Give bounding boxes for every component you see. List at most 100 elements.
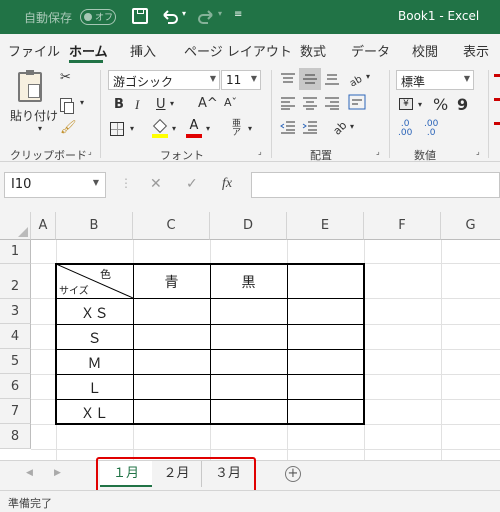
font-name-select[interactable]: 游ゴシック ▼ — [108, 70, 220, 90]
number-group-label: 数値 — [414, 149, 436, 162]
paste-button[interactable]: 貼り付け — [10, 107, 58, 124]
column-header[interactable]: C — [133, 212, 210, 240]
customize-toolbar-icon[interactable]: ≡ — [234, 9, 242, 20]
undo-icon[interactable] — [160, 7, 180, 27]
chevron-down-icon: ▼ — [250, 74, 257, 83]
tab-insert[interactable]: 挿入 — [130, 41, 156, 60]
row-header[interactable]: 4 — [0, 324, 31, 349]
shrink-font-button[interactable]: Aˇ — [224, 96, 237, 109]
insert-function-button[interactable]: fx — [222, 176, 232, 192]
column-header[interactable]: D — [210, 212, 287, 240]
bold-button[interactable]: B — [114, 97, 124, 112]
align-top-icon[interactable] — [280, 72, 296, 86]
underline-button[interactable]: U — [156, 97, 166, 112]
name-box-value: I10 — [11, 177, 32, 192]
italic-button[interactable]: I — [135, 97, 139, 113]
align-center-icon[interactable] — [302, 96, 318, 110]
save-icon[interactable] — [132, 8, 148, 24]
currency-dropdown-icon[interactable]: ▾ — [418, 100, 422, 109]
tab-view[interactable]: 表示 — [463, 41, 489, 60]
increase-decimal-icon[interactable]: .0.00 — [398, 120, 412, 138]
active-tab-underline — [69, 60, 103, 63]
copy-icon[interactable] — [60, 98, 74, 114]
text-direction-dropdown-icon[interactable]: ▾ — [350, 122, 354, 131]
row-header[interactable]: 8 — [0, 424, 31, 449]
column-header[interactable]: F — [364, 212, 441, 240]
orientation-icon[interactable]: ab — [348, 70, 366, 86]
align-bottom-icon[interactable] — [324, 72, 340, 86]
autosave-toggle[interactable]: オフ — [80, 9, 116, 25]
separator — [100, 70, 101, 158]
phonetic-dropdown-icon[interactable]: ▾ — [248, 124, 252, 133]
orientation-dropdown-icon[interactable]: ▾ — [366, 72, 370, 81]
phonetic-icon[interactable]: 亜ア — [232, 120, 241, 138]
font-size-select[interactable]: 11 ▼ — [221, 70, 261, 90]
title-bar: 自動保存 オフ ▾ ▾ ≡ Book1 - Excel — [0, 0, 500, 34]
tab-file[interactable]: ファイル — [8, 41, 60, 60]
table-border — [56, 349, 364, 350]
column-header[interactable]: E — [287, 212, 364, 240]
wrap-text-icon[interactable] — [348, 94, 366, 110]
number-format-select[interactable]: 標準 ▼ — [396, 70, 474, 90]
worksheet-grid[interactable]: A B C D E F G 1 2 3 4 5 6 7 8 色 サイズ 青 黒 … — [0, 212, 500, 460]
align-middle-icon[interactable] — [302, 72, 318, 86]
number-launcher-icon[interactable]: ⌟ — [476, 147, 480, 156]
name-box[interactable]: I10 ▼ — [4, 172, 106, 198]
paste-icon[interactable] — [18, 70, 42, 102]
fill-color-dropdown-icon[interactable]: ▾ — [172, 124, 176, 133]
text-direction-icon[interactable]: ab — [330, 118, 348, 136]
row-header[interactable]: 3 — [0, 299, 31, 324]
column-header[interactable]: B — [56, 212, 133, 240]
tab-review[interactable]: 校閲 — [412, 41, 438, 60]
border-dropdown-icon[interactable]: ▾ — [130, 124, 134, 133]
cancel-formula-icon[interactable]: ✕ — [150, 176, 162, 192]
row-header[interactable]: 1 — [0, 240, 31, 264]
confirm-formula-icon[interactable]: ✓ — [186, 176, 198, 192]
scroll-right-icon[interactable]: ▶ — [54, 468, 61, 478]
row-header[interactable]: 7 — [0, 399, 31, 424]
comma-button[interactable]: 9 — [457, 95, 468, 114]
tab-page-layout[interactable]: ページ レイアウト — [184, 41, 292, 60]
underline-dropdown-icon[interactable]: ▾ — [170, 99, 174, 108]
header-blue: 青 — [164, 275, 179, 291]
redo-dropdown-icon[interactable]: ▾ — [218, 9, 222, 18]
decrease-indent-icon[interactable] — [280, 120, 296, 134]
formula-input[interactable] — [251, 172, 500, 198]
redo-icon[interactable] — [196, 7, 216, 27]
column-header[interactable]: G — [441, 212, 500, 240]
increase-indent-icon[interactable] — [302, 120, 318, 134]
border-icon[interactable] — [110, 122, 124, 136]
decrease-decimal-icon[interactable]: .00.0 — [424, 120, 438, 138]
row-header[interactable]: 6 — [0, 374, 31, 399]
row-header[interactable]: 5 — [0, 349, 31, 374]
tab-formulas[interactable]: 数式 — [300, 41, 326, 60]
column-header[interactable]: A — [31, 212, 56, 240]
ribbon: 貼り付け ▾ ✂ ▾ 🖌 クリップボード ⌟ 游ゴシック ▼ 11 ▼ B I U … — [0, 64, 500, 162]
scroll-left-icon[interactable]: ◀ — [26, 468, 33, 478]
fill-color-icon[interactable] — [152, 118, 168, 138]
tab-home[interactable]: ホーム — [69, 41, 108, 60]
font-color-icon[interactable]: A — [186, 118, 202, 138]
add-sheet-button[interactable]: + — [285, 466, 301, 482]
paste-dropdown-icon[interactable]: ▾ — [38, 124, 42, 133]
tab-data[interactable]: データ — [351, 41, 390, 60]
grow-font-button[interactable]: A^ — [198, 96, 218, 111]
format-painter-icon[interactable]: 🖌 — [60, 120, 77, 135]
font-color-dropdown-icon[interactable]: ▾ — [206, 124, 210, 133]
cut-icon[interactable]: ✂ — [60, 70, 71, 85]
row-header[interactable]: 2 — [0, 264, 31, 299]
select-all-corner[interactable] — [0, 212, 31, 240]
separator — [488, 70, 489, 158]
copy-dropdown-icon[interactable]: ▾ — [80, 98, 84, 107]
size-cell: Ｓ — [87, 331, 102, 347]
align-left-icon[interactable] — [280, 96, 296, 110]
font-color-letter: A — [189, 118, 199, 133]
undo-dropdown-icon[interactable]: ▾ — [182, 9, 186, 18]
font-launcher-icon[interactable]: ⌟ — [258, 147, 262, 156]
alignment-launcher-icon[interactable]: ⌟ — [376, 147, 380, 156]
percent-button[interactable]: % — [433, 95, 448, 114]
clipboard-launcher-icon[interactable]: ⌟ — [88, 147, 92, 156]
styles-icon[interactable] — [494, 74, 500, 134]
currency-icon[interactable]: ¥ — [399, 98, 413, 110]
align-right-icon[interactable] — [324, 96, 340, 110]
